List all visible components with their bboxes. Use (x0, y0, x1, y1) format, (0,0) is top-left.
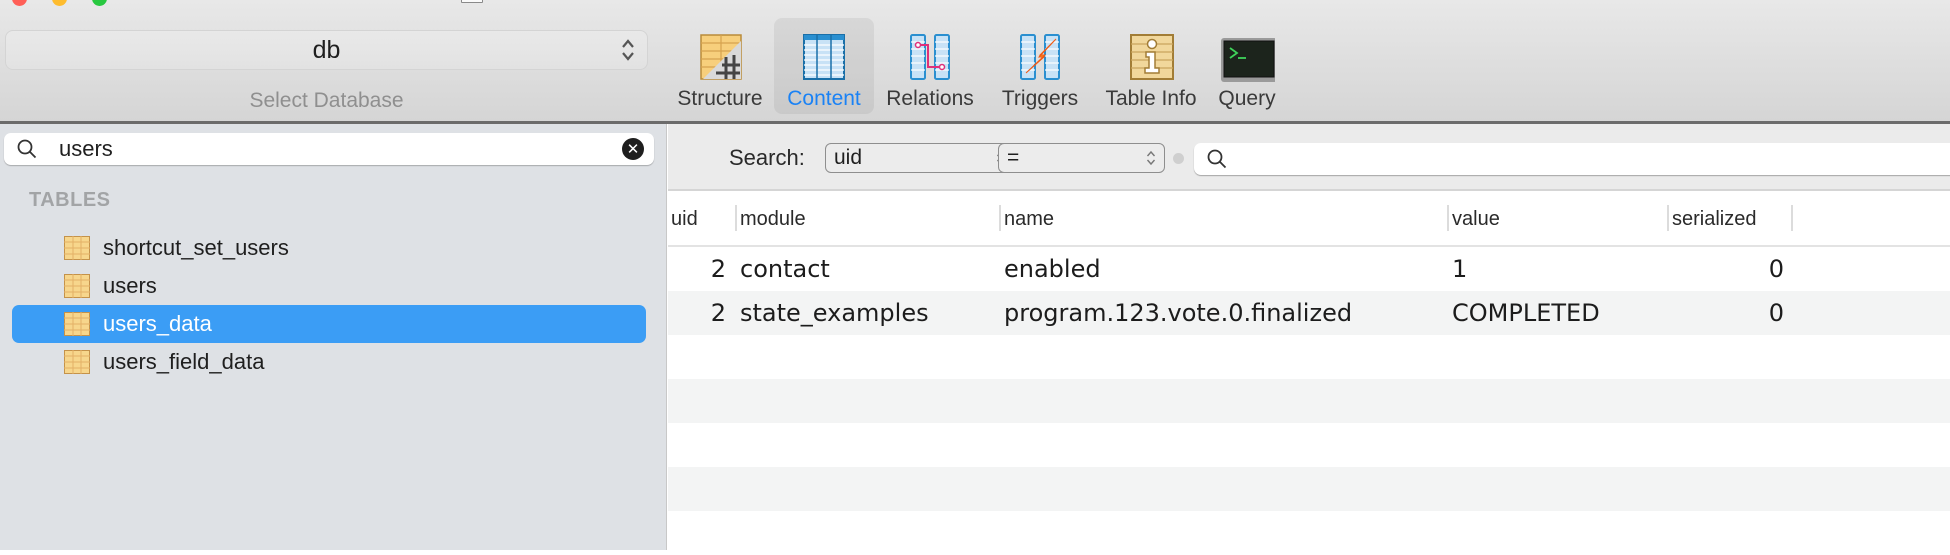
terminal-icon (1221, 38, 1275, 82)
table-icon (64, 350, 90, 374)
search-icon (17, 139, 37, 159)
search-field-value: uid (834, 146, 863, 169)
tables-list: shortcut_set_users users users_data user… (0, 229, 667, 381)
column-header-module[interactable]: module (737, 191, 999, 247)
query-label: Query (1218, 87, 1276, 110)
table-name: shortcut_set_users (103, 235, 289, 260)
content-pane: Search: uid = uid module name value seri… (668, 124, 1950, 550)
empty-row (668, 467, 1950, 511)
chevron-updown-icon (622, 39, 634, 61)
search-field-select[interactable]: uid (825, 143, 1015, 173)
cell-uid[interactable]: 2 (668, 247, 726, 291)
table-icon (64, 236, 90, 260)
filter-status-indicator (1173, 153, 1184, 164)
structure-button[interactable]: Structure (665, 18, 775, 114)
structure-icon (700, 34, 742, 80)
clear-filter-button[interactable]: ✕ (622, 138, 644, 160)
cell-serialized[interactable]: 0 (1672, 247, 1784, 291)
search-value-input[interactable] (1239, 145, 1939, 173)
cell-value[interactable]: COMPLETED (1452, 291, 1664, 335)
toolbar: db Select Database Structure Content Rel… (0, 0, 1950, 124)
table-item-users-data[interactable]: users_data (12, 305, 646, 343)
column-header-uid[interactable]: uid (668, 191, 734, 247)
search-label: Search: (729, 145, 805, 170)
grid-header: uid module name value serialized (668, 191, 1950, 247)
table-item-users-field-data[interactable]: users_field_data (12, 343, 646, 381)
select-database-caption: Select Database (249, 89, 404, 112)
table-item-users[interactable]: users (12, 267, 646, 305)
structure-label: Structure (677, 87, 763, 110)
triggers-button[interactable]: Triggers (990, 18, 1090, 114)
cell-module[interactable]: contact (740, 247, 996, 291)
table-icon (64, 312, 90, 336)
content-table-icon (803, 34, 845, 80)
query-button[interactable]: Query (1212, 18, 1282, 114)
filter-bar: Search: uid = (668, 124, 1950, 191)
tables-section-title: TABLES (29, 189, 111, 211)
table-name: users_field_data (103, 349, 265, 374)
sidebar: ✕ TABLES shortcut_set_users users users_… (0, 124, 667, 550)
relations-icon (910, 34, 950, 80)
column-divider[interactable] (1791, 205, 1793, 231)
cell-serialized[interactable]: 0 (1672, 291, 1784, 335)
cell-name[interactable]: enabled (1004, 247, 1444, 291)
database-select-value: db (312, 35, 341, 64)
table-name: users_data (103, 311, 212, 336)
column-header-value[interactable]: value (1449, 191, 1667, 247)
close-window-button[interactable] (12, 0, 27, 6)
empty-row (668, 423, 1950, 467)
table-icon (64, 274, 90, 298)
chevron-updown-icon (1146, 150, 1156, 166)
table-row[interactable]: 2 state_examples program.123.vote.0.fina… (668, 291, 1950, 335)
document-icon (461, 0, 483, 3)
search-operator-select[interactable]: = (998, 143, 1165, 173)
table-item-shortcut-set-users[interactable]: shortcut_set_users (12, 229, 646, 267)
content-label: Content (787, 87, 861, 110)
cell-value[interactable]: 1 (1452, 247, 1664, 291)
table-row[interactable]: 2 contact enabled 1 0 (668, 247, 1950, 291)
table-info-label: Table Info (1105, 87, 1197, 110)
table-filter[interactable]: ✕ (4, 133, 654, 165)
empty-row (668, 511, 1950, 555)
info-icon (1130, 34, 1174, 80)
empty-row (668, 379, 1950, 423)
search-operator-value: = (1007, 146, 1020, 169)
search-icon (1207, 149, 1227, 169)
data-grid: uid module name value serialized 2 conta… (668, 191, 1950, 555)
column-header-name[interactable]: name (1001, 191, 1447, 247)
column-header-serialized[interactable]: serialized (1669, 191, 1791, 247)
cell-name[interactable]: program.123.vote.0.finalized (1004, 291, 1444, 335)
search-value-field[interactable] (1194, 143, 1950, 175)
cell-module[interactable]: state_examples (740, 291, 996, 335)
empty-row (668, 335, 1950, 379)
table-filter-input[interactable] (59, 135, 599, 163)
minimize-window-button[interactable] (52, 0, 67, 6)
relations-button[interactable]: Relations (880, 18, 980, 114)
table-info-button[interactable]: Table Info (1096, 18, 1206, 114)
table-name: users (103, 273, 157, 298)
zoom-window-button[interactable] (92, 0, 107, 6)
content-button[interactable]: Content (774, 18, 874, 114)
database-select[interactable]: db (5, 30, 648, 70)
triggers-label: Triggers (1001, 87, 1079, 110)
relations-label: Relations (886, 87, 974, 110)
cell-uid[interactable]: 2 (668, 291, 726, 335)
triggers-icon (1020, 34, 1060, 80)
